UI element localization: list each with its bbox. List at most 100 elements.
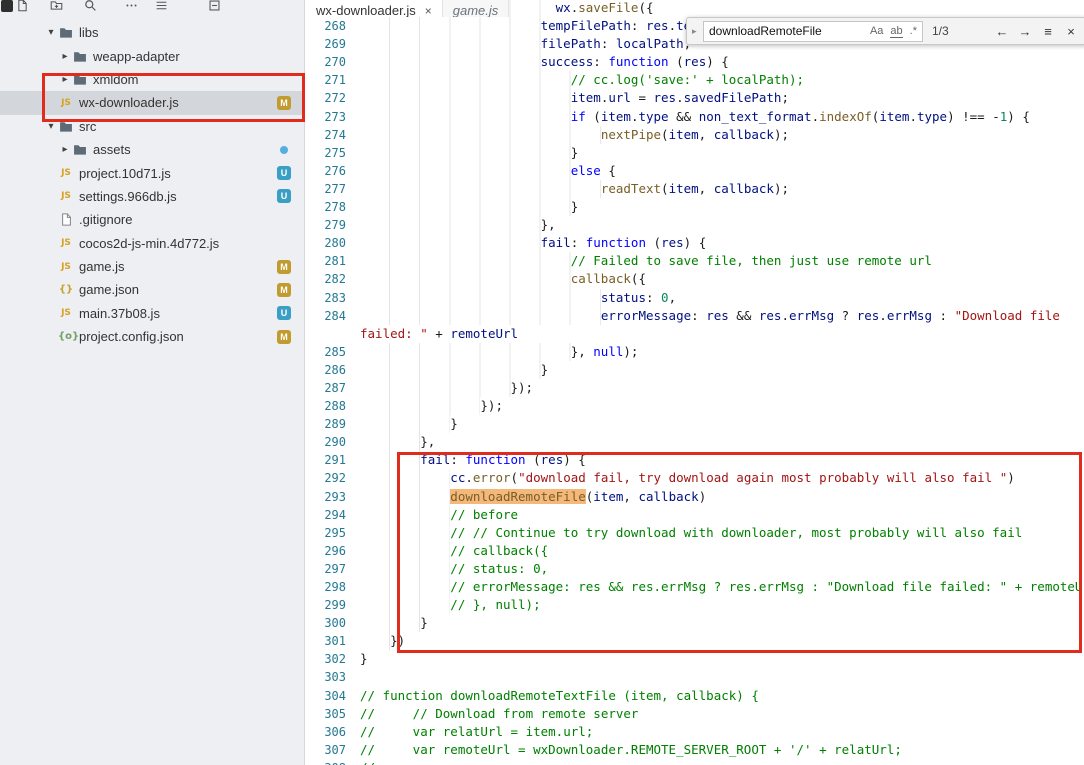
line-number[interactable]: 286 [306,361,346,379]
tree-item-main.37b08.js[interactable]: JS main.37b08.js U [0,302,304,325]
line-number[interactable]: 275 [306,144,346,162]
search-icon[interactable] [83,0,97,12]
line-number[interactable]: 300 [306,614,346,632]
code-line[interactable]: 285}, null); [306,342,1084,361]
toggle-replace-icon[interactable]: ▸ [692,26,703,37]
line-number[interactable]: 268 [306,17,346,35]
line-number[interactable]: 285 [306,343,346,361]
line-number[interactable]: 273 [306,108,346,126]
code-line[interactable]: 272 item.url = res.savedFilePath; [306,89,1084,108]
line-number[interactable]: 290 [306,433,346,451]
tree-item-project.config.json[interactable]: {o} project.config.json M [0,325,304,348]
code-line[interactable]: 302} [306,650,1084,669]
tab-wx-downloader.js[interactable]: wx-downloader.js × [306,0,443,17]
whole-word-icon[interactable]: ab [890,25,903,38]
line-number[interactable]: 297 [306,560,346,578]
tree-item-libs[interactable]: ▾ libs [0,21,304,44]
chevron-right-icon[interactable]: ▸ [58,51,72,62]
line-number[interactable]: 296 [306,542,346,560]
tree-item-settings.966db.js[interactable]: JS settings.966db.js U [0,185,304,208]
line-number[interactable]: 278 [306,198,346,216]
line-number[interactable]: 305 [306,705,346,723]
tree-item-project.10d71.js[interactable]: JS project.10d71.js U [0,161,304,184]
line-number[interactable]: 307 [306,741,346,759]
line-number[interactable]: 291 [306,451,346,469]
line-number[interactable]: 298 [306,578,346,596]
find-in-selection-icon[interactable]: ≡ [1038,24,1058,39]
line-number[interactable]: 284 [306,307,346,325]
line-number[interactable]: 303 [306,668,346,686]
code-line[interactable]: 307 // var remoteUrl = wxDownloader.REMOT… [306,740,1084,759]
line-number[interactable]: 306 [306,723,346,741]
line-number[interactable]: 283 [306,289,346,307]
line-number[interactable]: 282 [306,270,346,288]
line-number[interactable]: 294 [306,506,346,524]
code-line[interactable]: 286} [306,360,1084,379]
line-number[interactable]: 279 [306,216,346,234]
line-number[interactable]: 288 [306,397,346,415]
code-line[interactable]: 283 status: 0, [306,288,1084,307]
code-line[interactable]: 278} [306,198,1084,217]
code-line[interactable]: 270 success: function (res) { [306,53,1084,72]
code-line[interactable]: 279}, [306,216,1084,235]
new-folder-icon[interactable] [49,0,63,12]
code-line[interactable]: 284 errorMessage: res && res.errMsg ? res… [306,306,1084,325]
tab-game.js[interactable]: game.js [442,0,510,17]
code-line[interactable]: 290}, [306,433,1084,452]
more-icon[interactable] [124,0,138,12]
close-tab-icon[interactable]: × [425,4,432,18]
line-number[interactable]: 276 [306,162,346,180]
tree-item-cocos2d-js-min.4d772.js[interactable]: JS cocos2d-js-min.4d772.js [0,232,304,255]
code-line[interactable]: 289} [306,415,1084,434]
collapse-icon[interactable] [207,0,221,12]
code-line[interactable]: 305 // // Download from remote server [306,704,1084,723]
tree-item-.gitignore[interactable]: .gitignore [0,208,304,231]
chevron-down-icon[interactable]: ▾ [44,27,58,38]
tree-item-assets[interactable]: ▸ assets [0,138,304,161]
line-number[interactable]: 270 [306,53,346,71]
close-find-icon[interactable]: × [1061,24,1081,39]
tree-item-game.js[interactable]: JS game.js M [0,255,304,278]
line-number[interactable]: 295 [306,524,346,542]
code-line[interactable]: 287}); [306,378,1084,398]
line-number[interactable]: 299 [306,596,346,614]
line-number[interactable]: 292 [306,469,346,487]
code-line[interactable]: 271 // cc.log('save:' + localPath); [306,71,1084,90]
line-number[interactable]: 280 [306,234,346,252]
list-icon[interactable] [154,0,168,12]
line-number[interactable]: 287 [306,379,346,397]
line-number[interactable]: 293 [306,488,346,506]
next-match-icon[interactable]: → [1015,24,1035,39]
code-line[interactable]: 304 // function downloadRemoteTextFile (i… [306,686,1084,705]
code-line[interactable]: 303 [306,668,1084,686]
code-line[interactable]: 281 // Failed to save file, then just use… [306,252,1084,271]
line-number[interactable] [306,325,346,343]
chevron-right-icon[interactable]: ▸ [58,144,72,155]
line-number[interactable]: 269 [306,35,346,53]
find-input[interactable]: downloadRemoteFile Aa ab .* [703,20,923,42]
line-number[interactable]: 289 [306,415,346,433]
chevron-down-icon[interactable]: ▾ [44,121,58,132]
code-line[interactable]: 308 // [306,758,1084,765]
line-number[interactable]: 277 [306,180,346,198]
tree-item-weapp-adapter[interactable]: ▸ weapp-adapter [0,44,304,67]
code-line[interactable]: 277 readText(item, callback); [306,179,1084,199]
line-number[interactable]: 272 [306,89,346,107]
line-number[interactable]: 302 [306,650,346,668]
line-number[interactable]: 304 [306,687,346,705]
code-line[interactable]: 274 nextPipe(item, callback); [306,125,1084,144]
code-line[interactable]: 282 callback({ [306,270,1084,289]
match-case-icon[interactable]: Aa [870,25,883,38]
tree-item-game.json[interactable]: {} game.json M [0,278,304,301]
regex-icon[interactable]: .* [910,25,917,38]
code-line[interactable]: failed: " + remoteUrl [306,324,1084,343]
code-line[interactable]: 276 else { [306,161,1084,180]
line-number[interactable]: 281 [306,252,346,270]
code-line[interactable]: 273 if (item.type && non_text_format.inde… [306,107,1084,126]
line-number[interactable]: 301 [306,632,346,650]
prev-match-icon[interactable]: ← [992,24,1012,39]
new-file-icon[interactable] [15,0,29,12]
code-line[interactable]: 306 // var relatUrl = item.url; [306,722,1084,741]
line-number[interactable]: 271 [306,71,346,89]
line-number[interactable]: 274 [306,126,346,144]
